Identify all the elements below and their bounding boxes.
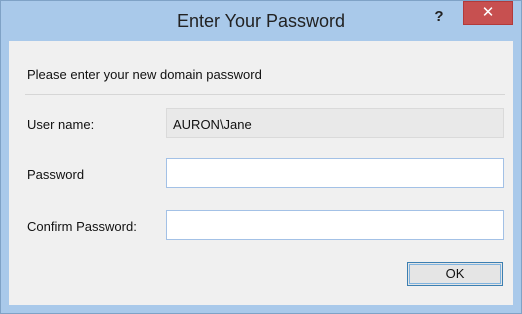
password-input[interactable] [166, 158, 504, 188]
username-value: AURON\Jane [166, 108, 504, 138]
username-label: User name: [27, 117, 95, 132]
password-label: Password [27, 167, 85, 182]
instruction-text: Please enter your new domain password [27, 67, 262, 82]
ok-button[interactable]: OK [407, 262, 503, 286]
confirm-password-label: Confirm Password: [27, 219, 137, 234]
divider [25, 94, 505, 95]
help-icon[interactable]: ? [427, 5, 451, 29]
ok-button-label: OK [445, 266, 465, 281]
close-icon[interactable]: ✕ [463, 1, 513, 25]
title-bar[interactable]: Enter Your Password ? ✕ [1, 1, 521, 41]
confirm-password-input[interactable] [166, 210, 504, 240]
password-dialog-window: Enter Your Password ? ✕ Please enter you… [0, 0, 522, 314]
